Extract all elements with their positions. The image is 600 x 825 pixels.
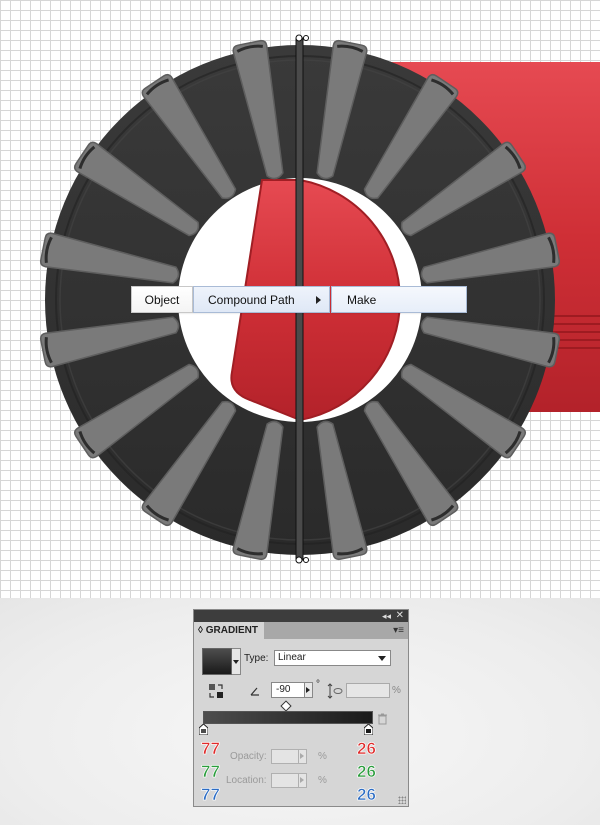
aspect-ratio-icon — [327, 683, 343, 699]
gradient-panel: ◂◂ ✕ ◊ GRADIENT ▾≡ Type: Linear -90 ° % — [193, 609, 409, 807]
swatch-dropdown-button[interactable] — [232, 648, 241, 675]
menu-item-make[interactable]: Make — [331, 286, 467, 313]
opacity-label: Opacity: — [230, 751, 267, 762]
opacity-percent: % — [318, 751, 327, 762]
tab-gradient[interactable]: ◊ GRADIENT — [194, 622, 264, 639]
panel-titlebar[interactable]: ◂◂ ✕ — [194, 610, 408, 622]
tab-gradient-label: GRADIENT — [205, 625, 258, 636]
menu-item-make-label: Make — [347, 292, 377, 307]
right-stop-g-value: 26 — [357, 762, 377, 782]
reverse-gradient-icon[interactable] — [208, 683, 224, 699]
midpoint-diamond[interactable] — [280, 700, 292, 712]
type-label: Type: — [244, 653, 269, 664]
opacity-dropdown-button[interactable] — [299, 749, 307, 764]
left-stop-g-value: 77 — [201, 762, 221, 782]
resize-grip-icon[interactable] — [398, 796, 406, 804]
close-icon[interactable]: ✕ — [396, 610, 404, 621]
location-input[interactable] — [271, 773, 299, 788]
angle-input-value: -90 — [276, 684, 291, 695]
right-stop-r-value: 26 — [357, 739, 377, 759]
location-label: Location: — [226, 775, 267, 786]
location-dropdown-button[interactable] — [299, 773, 307, 788]
left-stop-b-value: 77 — [201, 785, 221, 805]
submenu-arrow-icon — [316, 296, 321, 304]
angle-icon — [250, 687, 259, 696]
tab-arrows-icon: ◊ — [198, 625, 206, 636]
right-stop-b-value: 26 — [357, 785, 377, 805]
panel-menu-icon[interactable]: ▾≡ — [393, 625, 404, 636]
gradient-swatch[interactable] — [202, 648, 232, 675]
chevron-down-icon — [378, 656, 386, 661]
gradient-stop-right[interactable] — [364, 724, 373, 735]
aspect-percent: % — [392, 685, 401, 696]
gradient-stop-left[interactable] — [199, 724, 208, 735]
left-stop-r-value: 77 — [201, 739, 221, 759]
degree-symbol: ° — [316, 679, 320, 690]
type-select[interactable]: Linear — [274, 650, 391, 666]
location-percent: % — [318, 775, 327, 786]
opacity-input[interactable] — [271, 749, 299, 764]
type-select-value: Linear — [278, 652, 306, 663]
angle-input[interactable]: -90 — [271, 682, 305, 698]
aspect-ratio-input[interactable] — [346, 683, 390, 698]
menu-item-compound-path-label: Compound Path — [208, 292, 295, 307]
menu-item-object[interactable]: Object — [131, 286, 193, 313]
trash-icon[interactable] — [377, 713, 388, 725]
panel-tab-row: ◊ GRADIENT ▾≡ — [194, 622, 408, 639]
collapse-icon[interactable]: ◂◂ — [382, 611, 391, 621]
menu-item-object-label: Object — [144, 292, 180, 307]
angle-dropdown-button[interactable] — [305, 682, 313, 698]
gradient-ramp[interactable] — [203, 711, 373, 724]
menu-item-compound-path[interactable]: Compound Path — [193, 286, 330, 313]
